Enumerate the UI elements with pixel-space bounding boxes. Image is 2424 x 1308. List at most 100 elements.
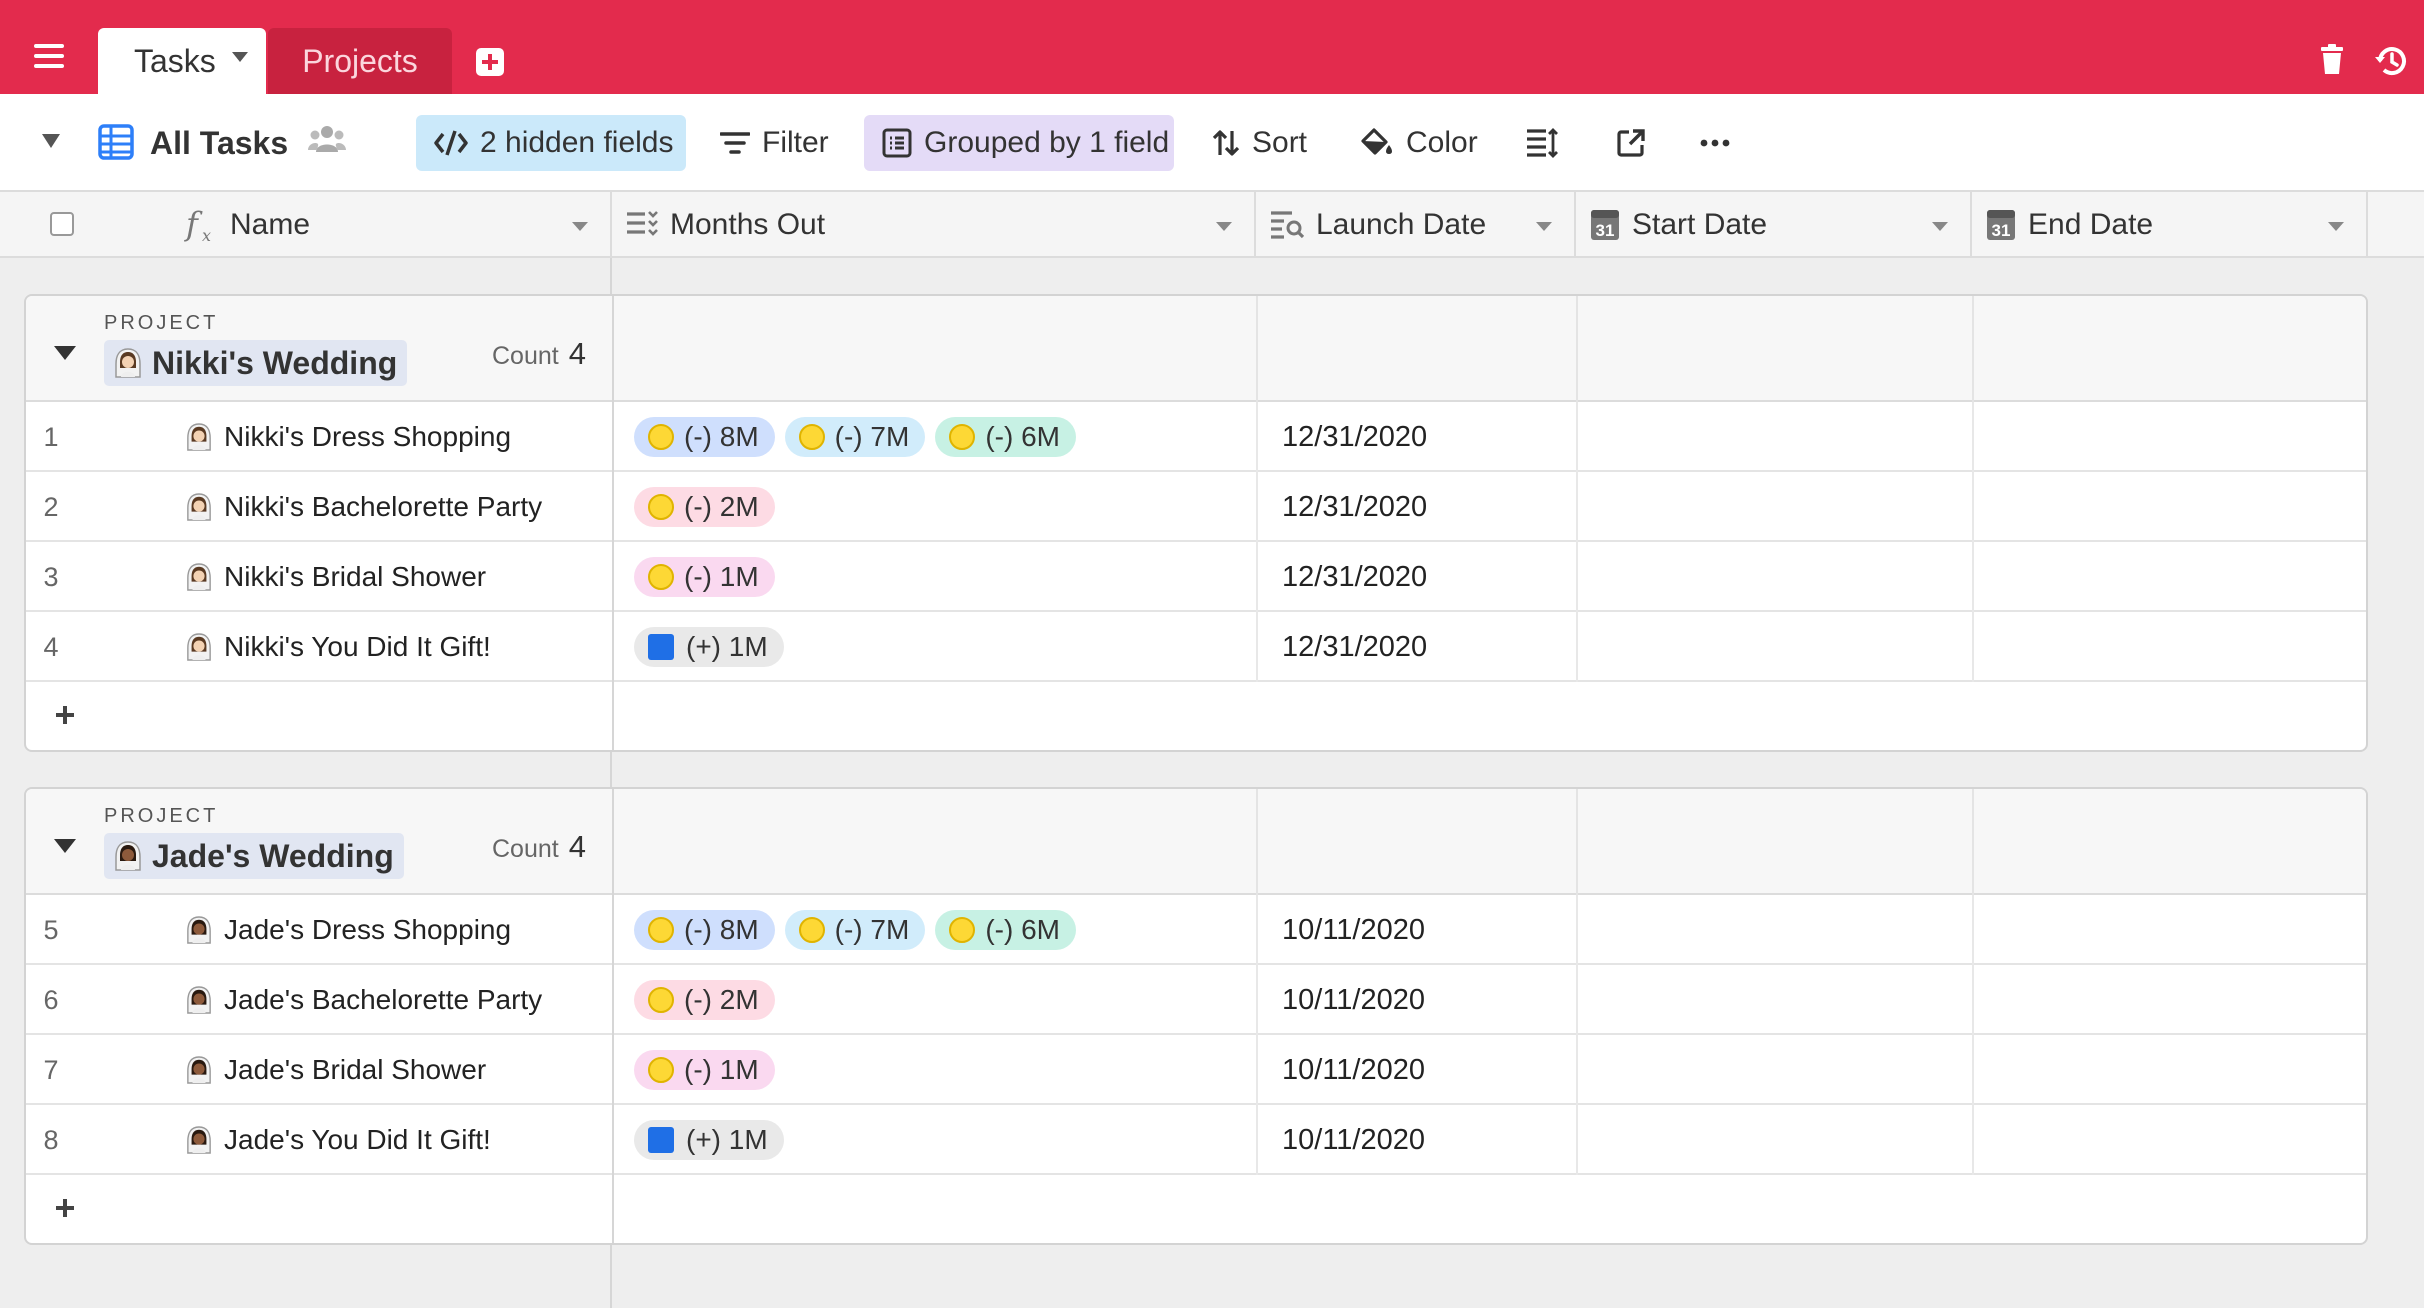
- column-header-months-out[interactable]: Months Out: [612, 192, 1256, 258]
- divider: [612, 1035, 614, 1105]
- divider: [1972, 542, 1974, 612]
- divider: [612, 1105, 614, 1175]
- table-row[interactable]: 3 Nikki's Bridal Shower (-) 1M 12/31/2020: [26, 542, 2366, 612]
- column-menu-icon[interactable]: [2328, 222, 2344, 231]
- divider: [612, 895, 614, 965]
- filter-icon: [720, 132, 750, 154]
- chip-label: (+) 1M: [686, 631, 768, 662]
- record-name: Nikki's Bachelorette Party: [224, 491, 543, 522]
- table-row[interactable]: 7 Jade's Bridal Shower (-) 1M 10/11/2020: [26, 1035, 2366, 1105]
- record-name: Nikki's Bridal Shower: [224, 561, 487, 592]
- sort-button[interactable]: Sort: [1196, 115, 1316, 171]
- column-menu-icon[interactable]: [1536, 222, 1552, 231]
- grid-view-icon: [98, 124, 134, 160]
- months-out-chip: (-) 8M: [634, 910, 775, 950]
- group-field-label: PROJECT: [104, 312, 219, 334]
- name-cell[interactable]: Nikki's Bridal Shower: [186, 542, 606, 612]
- divider: [1972, 296, 1974, 402]
- months-out-cell[interactable]: (-) 1M: [622, 542, 1262, 612]
- table-row[interactable]: 4 Nikki's You Did It Gift! (+) 1M 12/31/202…: [26, 612, 2366, 682]
- yellow-circle-icon: [648, 424, 674, 450]
- filter-label: Filter: [762, 126, 829, 159]
- name-cell[interactable]: Jade's Dress Shopping: [186, 895, 606, 965]
- more-options-icon[interactable]: [1700, 138, 1730, 148]
- name-cell[interactable]: Jade's Bachelorette Party: [186, 965, 606, 1035]
- column-header-launch-date[interactable]: Launch Date: [1256, 192, 1576, 258]
- bride-dark-icon: [187, 1126, 211, 1154]
- color-button[interactable]: Color: [1344, 115, 1484, 171]
- view-name[interactable]: All Tasks: [150, 120, 288, 166]
- divider: [1576, 402, 1578, 472]
- hidden-fields-button[interactable]: 2 hidden fields: [416, 115, 686, 171]
- launch-date-cell[interactable]: 10/11/2020: [1270, 1035, 1570, 1105]
- group-value-pill: Jade's Wedding: [104, 833, 404, 879]
- tab-label: Tasks: [134, 42, 216, 79]
- name-cell[interactable]: Nikki's Dress Shopping: [186, 402, 606, 472]
- launch-date-cell[interactable]: 10/11/2020: [1270, 965, 1570, 1035]
- column-header-name[interactable]: f x Name: [0, 192, 612, 258]
- months-out-cell[interactable]: (+) 1M: [622, 1105, 1262, 1175]
- column-menu-icon[interactable]: [1216, 222, 1232, 231]
- column-menu-icon[interactable]: [1932, 222, 1948, 231]
- launch-date-cell[interactable]: 12/31/2020: [1270, 542, 1570, 612]
- tab-tasks[interactable]: Tasks: [98, 28, 266, 94]
- launch-date-cell[interactable]: 12/31/2020: [1270, 402, 1570, 472]
- group-name: Nikki's Wedding: [152, 344, 398, 381]
- group-header[interactable]: PROJECT Jade's Wedding Count 4: [26, 789, 2366, 895]
- name-cell[interactable]: Jade's Bridal Shower: [186, 1035, 606, 1105]
- add-record-row[interactable]: [26, 682, 2366, 750]
- months-out-cell[interactable]: (-) 1M: [622, 1035, 1262, 1105]
- name-cell[interactable]: Jade's You Did It Gift!: [186, 1105, 606, 1175]
- share-view-icon[interactable]: [1616, 128, 1646, 158]
- trash-icon[interactable]: [2320, 44, 2344, 74]
- plus-icon[interactable]: [56, 1199, 74, 1217]
- table-row[interactable]: 1 Nikki's Dress Shopping (-) 8M (-) 7M (-) 6…: [26, 402, 2366, 472]
- launch-date-cell[interactable]: 10/11/2020: [1270, 895, 1570, 965]
- launch-date-cell[interactable]: 12/31/2020: [1270, 612, 1570, 682]
- months-out-cell[interactable]: (-) 2M: [622, 472, 1262, 542]
- row-number: 7: [43, 1054, 59, 1085]
- name-cell[interactable]: Nikki's You Did It Gift!: [186, 612, 606, 682]
- table-row[interactable]: 2 Nikki's Bachelorette Party (-) 2M 12/31/2…: [26, 472, 2366, 542]
- chevron-down-icon[interactable]: [232, 52, 248, 62]
- collaborative-view-icon[interactable]: [308, 124, 346, 154]
- group-value-pill: Nikki's Wedding: [104, 340, 408, 386]
- row-height-icon[interactable]: [1526, 128, 1558, 158]
- plus-icon[interactable]: [56, 706, 74, 724]
- column-header-start-date[interactable]: 31 Start Date: [1576, 192, 1972, 258]
- table-row[interactable]: 6 Jade's Bachelorette Party (-) 2M 10/11/20…: [26, 965, 2366, 1035]
- collapse-group-icon[interactable]: [54, 839, 76, 853]
- months-out-chip: (-) 2M: [634, 487, 775, 527]
- collapse-group-icon[interactable]: [54, 346, 76, 360]
- table-row[interactable]: 5 Jade's Dress Shopping (-) 8M (-) 7M (-) 6M…: [26, 895, 2366, 965]
- group-button[interactable]: Grouped by 1 field: [864, 115, 1174, 171]
- divider: [1972, 1035, 1974, 1105]
- svg-text:f: f: [184, 205, 203, 243]
- add-record-row[interactable]: [26, 1175, 2366, 1243]
- launch-date-cell[interactable]: 12/31/2020: [1270, 472, 1570, 542]
- months-out-chip: (-) 8M: [634, 417, 775, 457]
- name-cell[interactable]: Nikki's Bachelorette Party: [186, 472, 606, 542]
- months-out-cell[interactable]: (-) 8M (-) 7M (-) 6M: [622, 402, 1262, 472]
- column-header-end-date[interactable]: 31 End Date: [1972, 192, 2368, 258]
- months-out-cell[interactable]: (-) 2M: [622, 965, 1262, 1035]
- divider: [1576, 965, 1578, 1035]
- months-out-cell[interactable]: (-) 8M (-) 7M (-) 6M: [622, 895, 1262, 965]
- add-table-icon[interactable]: [476, 48, 504, 76]
- filter-button[interactable]: Filter: [700, 115, 840, 171]
- bride-light-icon: [115, 348, 141, 378]
- group-rows: 1 Nikki's Dress Shopping (-) 8M (-) 7M (-) 6…: [26, 402, 2366, 682]
- group-header[interactable]: PROJECT Nikki's Wedding Count 4: [26, 296, 2366, 402]
- launch-date-cell[interactable]: 10/11/2020: [1270, 1105, 1570, 1175]
- blue-square-icon: [648, 1127, 674, 1153]
- view-switcher-caret-icon[interactable]: [42, 134, 60, 148]
- group-icon: [882, 128, 912, 158]
- table-row[interactable]: 8 Jade's You Did It Gift! (+) 1M 10/11/2020: [26, 1105, 2366, 1175]
- tab-projects[interactable]: Projects: [268, 28, 452, 94]
- column-menu-icon[interactable]: [572, 222, 588, 231]
- history-icon[interactable]: [2374, 44, 2408, 78]
- hamburger-menu-icon[interactable]: [34, 44, 64, 68]
- months-out-cell[interactable]: (+) 1M: [622, 612, 1262, 682]
- divider: [1972, 789, 1974, 895]
- yellow-circle-icon: [648, 987, 674, 1013]
